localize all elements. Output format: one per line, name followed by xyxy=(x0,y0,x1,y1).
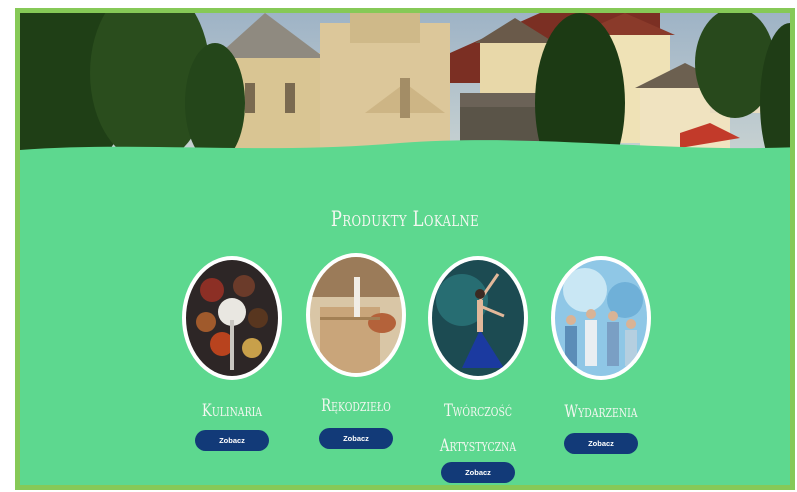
see-button-rekodzielo[interactable]: Zobacz xyxy=(319,428,393,449)
see-button-tworczosc[interactable]: Zobacz xyxy=(441,462,515,483)
section-title: Produkty Lokalne xyxy=(330,207,480,231)
festival-photo[interactable] xyxy=(551,256,651,380)
category-label-tworczosc: Twórczość xyxy=(443,401,513,421)
category-card-tworczosc: Twórczość Artystyczna Zobacz xyxy=(413,256,543,485)
category-label-artystyczna: Artystyczna xyxy=(439,436,517,456)
content-area: Produkty Lokalne Kulinaria Zobacz Rękodz… xyxy=(15,8,795,490)
crafts-icon xyxy=(310,257,402,373)
category-card-wydarzenia: Wydarzenia Zobacz xyxy=(536,256,666,466)
crafts-photo[interactable] xyxy=(306,253,406,377)
category-card-kulinaria: Kulinaria Zobacz xyxy=(167,256,297,466)
dancer-icon xyxy=(432,260,524,376)
dancer-photo[interactable] xyxy=(428,256,528,380)
category-label-wydarzenia: Wydarzenia xyxy=(564,402,638,422)
town-banner-image xyxy=(20,13,790,173)
category-label-kulinaria: Kulinaria xyxy=(201,401,263,421)
page: Produkty Lokalne Kulinaria Zobacz Rękodz… xyxy=(0,0,797,492)
festival-icon xyxy=(555,260,647,376)
spices-icon xyxy=(186,260,278,376)
category-label-rekodzielo: Rękodzieło xyxy=(321,396,391,416)
spices-photo[interactable] xyxy=(182,256,282,380)
see-button-wydarzenia[interactable]: Zobacz xyxy=(564,433,638,454)
category-card-rekodzielo: Rękodzieło Zobacz xyxy=(291,253,421,463)
see-button-kulinaria[interactable]: Zobacz xyxy=(195,430,269,451)
